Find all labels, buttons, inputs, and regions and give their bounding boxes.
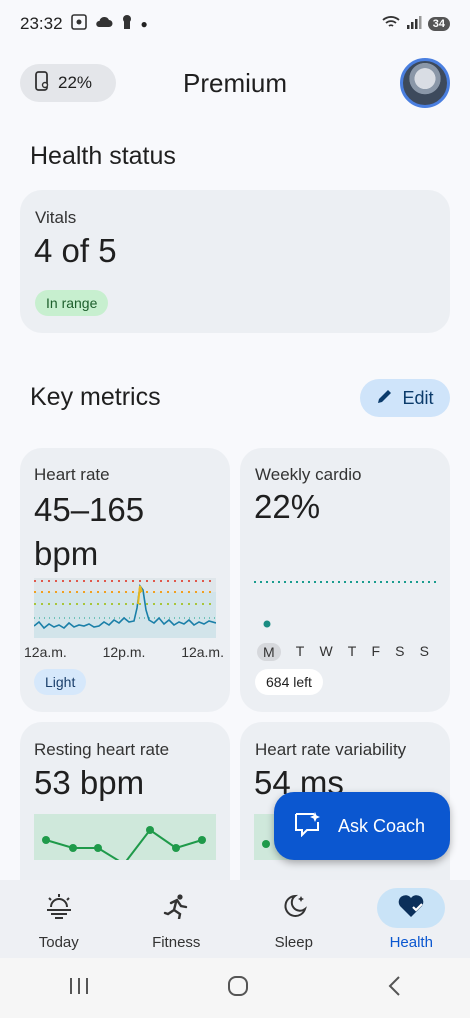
keyhole-icon [121, 14, 133, 35]
running-icon [163, 893, 189, 923]
heart-rate-card[interactable]: Heart rate 45–165 bpm 12a.m. 12p.m. 12a.… [20, 448, 230, 712]
app-header: 22% Premium [0, 58, 470, 108]
resting-hr-value: 53 bpm [34, 764, 145, 801]
nav-fitness-label: Fitness [152, 934, 201, 951]
pencil-icon [376, 387, 394, 410]
day-wed: W [319, 643, 333, 659]
weekly-cardio-card[interactable]: Weekly cardio 22% M T W T F S S 684 left [240, 448, 450, 712]
nav-sleep-label: Sleep [274, 934, 313, 951]
nav-fitness[interactable]: Fitness [121, 880, 231, 958]
status-bar: 23:32 ● 34 [0, 0, 470, 48]
dot-icon: ● [140, 17, 148, 31]
sunrise-icon [45, 893, 73, 923]
heart-rate-x-axis: 12a.m. 12p.m. 12a.m. [24, 644, 224, 660]
cloud-icon [95, 14, 113, 34]
key-metrics-title: Key metrics [30, 383, 161, 411]
weekly-cardio-chart [254, 581, 436, 628]
day-thu: T [347, 643, 357, 659]
heart-rate-zone-badge: Light [34, 669, 87, 695]
x-label-mid: 12p.m. [102, 644, 146, 660]
x-label-end: 12a.m. [181, 644, 224, 660]
edit-label: Edit [402, 387, 434, 408]
weekly-cardio-label: Weekly cardio [255, 465, 362, 484]
day-tue: T [295, 643, 305, 659]
cardio-remaining-badge: 684 left [255, 669, 323, 695]
back-icon[interactable] [386, 975, 402, 1002]
day-fri: F [371, 643, 381, 659]
health-status-title: Health status [30, 142, 176, 170]
vitals-value: 4 of 5 [34, 232, 117, 269]
day-sat: S [395, 643, 405, 659]
edit-button[interactable]: Edit [360, 379, 450, 417]
home-icon[interactable] [227, 975, 249, 1002]
nav-health[interactable]: Health [356, 880, 466, 958]
nav-sleep[interactable]: Sleep [239, 880, 349, 958]
day-mon: M [257, 643, 281, 661]
avatar[interactable] [400, 58, 450, 108]
battery-indicator: 34 [427, 17, 450, 31]
heart-rate-label: Heart rate [34, 465, 110, 484]
vitals-label: Vitals [35, 208, 77, 227]
ask-coach-label: Ask Coach [338, 815, 426, 836]
screenshot-icon [70, 13, 87, 35]
heart-rate-range: 45–165 [34, 491, 145, 528]
x-label-start: 12a.m. [24, 644, 67, 660]
signal-icon [406, 14, 422, 34]
heart-rate-unit: bpm [34, 535, 99, 572]
vitals-card[interactable]: Vitals 4 of 5 In range [20, 190, 450, 333]
resting-hr-chart [34, 814, 216, 860]
heart-rate-value: 45–165 bpm [34, 488, 144, 576]
coach-sparkle-icon [294, 811, 322, 842]
nav-today[interactable]: Today [4, 880, 114, 958]
status-time: 23:32 [20, 14, 63, 33]
ask-coach-button[interactable]: Ask Coach [274, 792, 450, 860]
system-navigation-bar [0, 958, 470, 1018]
nav-today-label: Today [38, 934, 79, 951]
vitals-status-badge: In range [35, 290, 109, 316]
hrv-label: Heart rate variability [255, 740, 407, 759]
wifi-icon [382, 14, 400, 34]
moon-icon [281, 893, 307, 923]
day-sun: S [419, 643, 429, 659]
heart-check-icon [397, 893, 425, 923]
weekly-cardio-value: 22% [254, 488, 321, 525]
weekly-cardio-days: M T W T F S S [257, 643, 429, 661]
bottom-navigation: Today Fitness Sleep Health [0, 880, 470, 958]
recent-apps-icon[interactable] [68, 976, 90, 1001]
heart-rate-chart [34, 578, 216, 638]
nav-health-label: Health [389, 934, 433, 951]
resting-hr-label: Resting heart rate [34, 740, 170, 759]
